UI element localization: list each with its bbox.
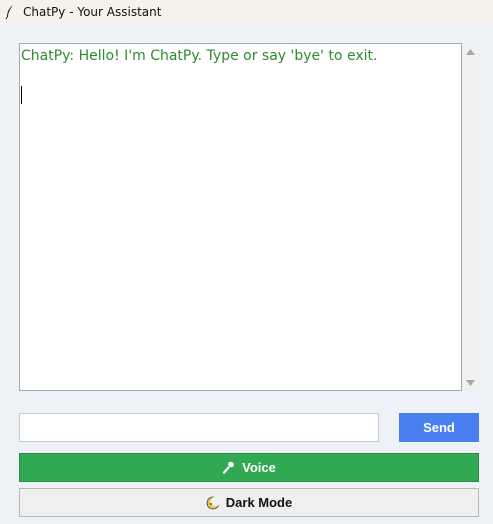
message-input[interactable] bbox=[19, 413, 379, 442]
send-button-label: Send bbox=[423, 420, 455, 435]
text-cursor bbox=[21, 86, 22, 104]
dark-mode-button[interactable]: Dark Mode bbox=[19, 488, 479, 517]
moon-icon bbox=[206, 496, 220, 510]
microphone-icon bbox=[222, 461, 236, 475]
scroll-up-icon[interactable] bbox=[462, 43, 479, 60]
voice-button-label: Voice bbox=[242, 460, 276, 475]
window-title: ChatPy - Your Assistant bbox=[23, 5, 162, 19]
scroll-down-icon[interactable] bbox=[462, 374, 479, 391]
window-titlebar: ChatPy - Your Assistant bbox=[0, 0, 493, 24]
chat-message: ChatPy: Hello! I'm ChatPy. Type or say '… bbox=[21, 48, 378, 64]
chat-display[interactable]: ChatPy: Hello! I'm ChatPy. Type or say '… bbox=[19, 43, 462, 391]
voice-button[interactable]: Voice bbox=[19, 453, 479, 482]
feather-icon bbox=[5, 4, 15, 20]
dark-mode-button-label: Dark Mode bbox=[225, 495, 293, 510]
send-button[interactable]: Send bbox=[399, 413, 479, 442]
chat-scrollbar[interactable] bbox=[462, 43, 479, 391]
